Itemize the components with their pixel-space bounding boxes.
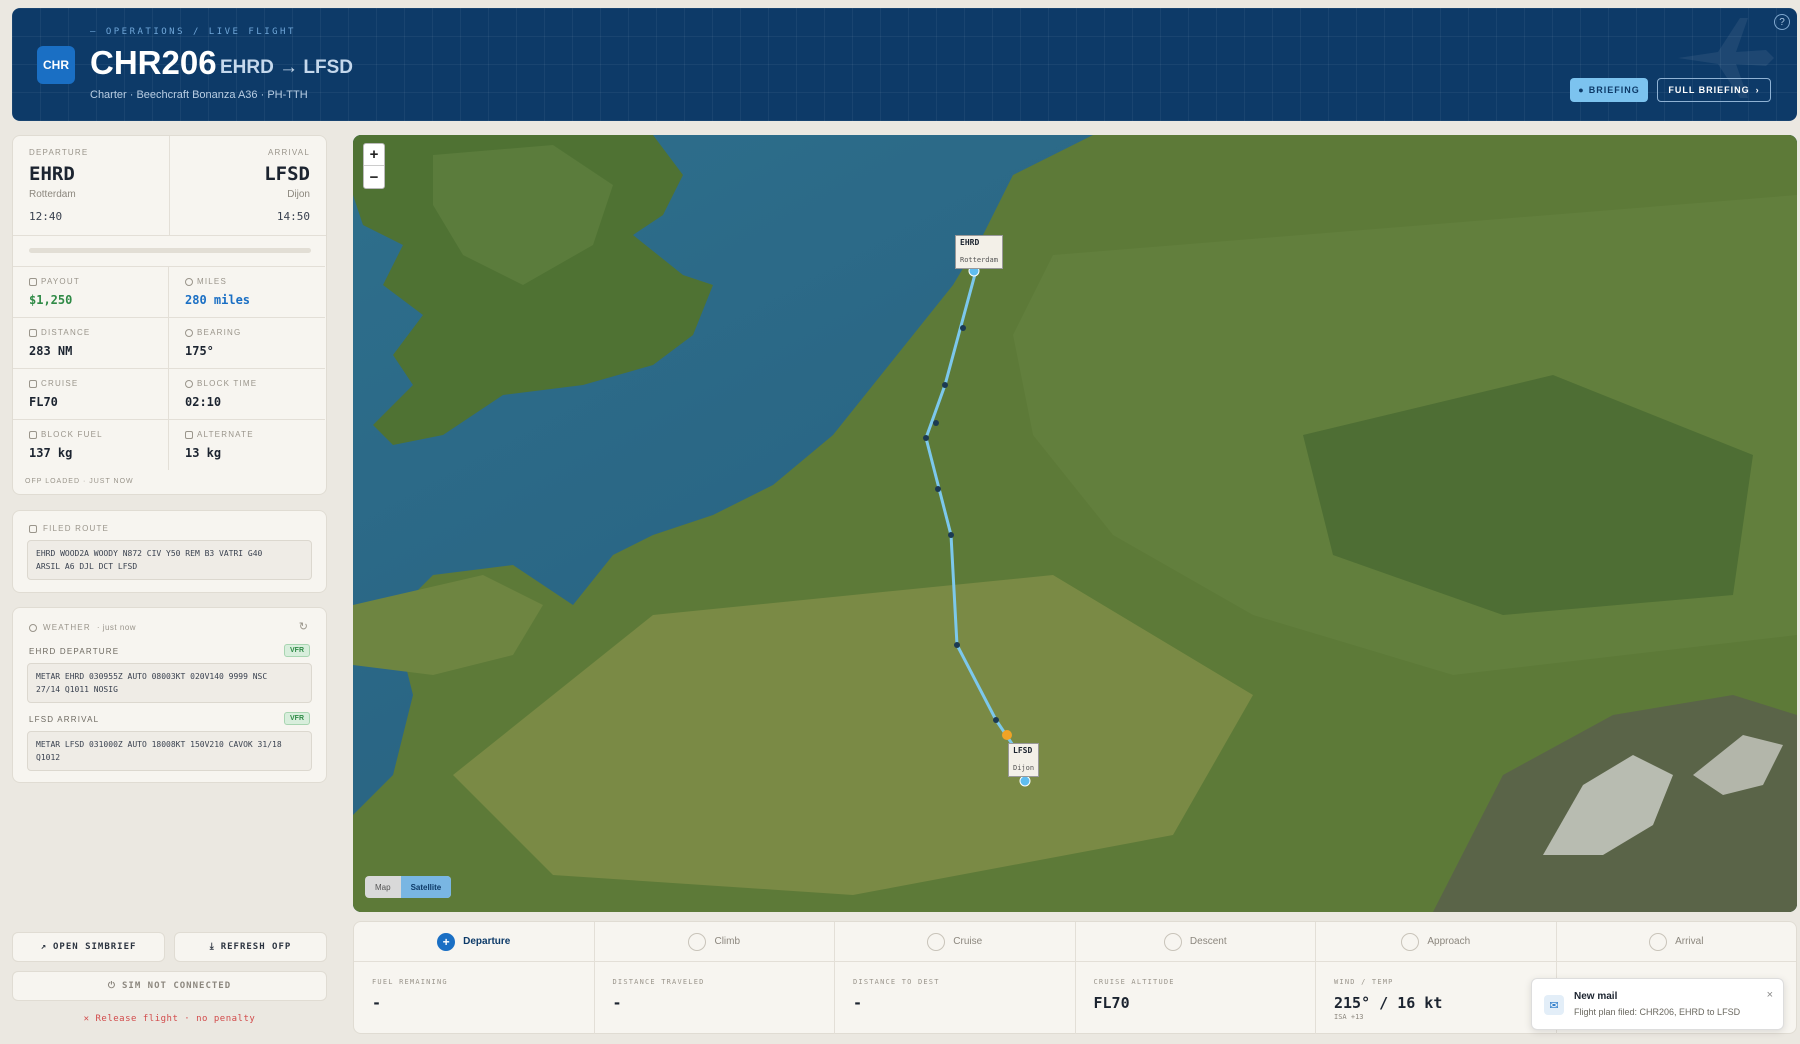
release-flight-link[interactable]: ✕ Release flight · no penalty [12, 1014, 327, 1024]
dot-icon: ● [1578, 85, 1585, 95]
distance-to-dest-stat: DISTANCE TO DEST - [835, 962, 1076, 1034]
bearing-stat: BEARING 175° [169, 317, 325, 368]
departure-time: 12:40 [29, 210, 63, 223]
flight-subtitle: Charter · Beechcraft Bonanza A36 · PH-TT… [90, 89, 308, 101]
zoom-in-button[interactable]: + [364, 144, 384, 166]
airline-logo: CHR [37, 46, 75, 84]
download-icon: ⤓ [209, 942, 215, 952]
phase-departure[interactable]: + Departure [354, 922, 595, 961]
route-waypoint [942, 382, 948, 388]
aircraft-position-marker [1002, 730, 1012, 740]
circle-icon [688, 932, 707, 951]
plane-icon [29, 328, 37, 337]
help-icon[interactable]: ? [1774, 14, 1790, 30]
zoom-controls: + − [363, 143, 385, 189]
circle-icon [1649, 932, 1668, 951]
departure-flight-category: VFR [284, 644, 310, 657]
refresh-icon[interactable]: ↻ [299, 620, 308, 633]
weather-card: WEATHER · just now ↻ EHRD DEPARTURE VFR … [12, 607, 327, 783]
payout-stat: PAYOUT $1,250 [13, 266, 169, 317]
phase-descent[interactable]: Descent [1076, 922, 1316, 961]
refresh-ofp-button[interactable]: ⤓ REFRESH OFP [174, 932, 327, 962]
alternate-stat: ALTERNATE 13 kg [169, 419, 325, 470]
toast-title: New mail [1574, 991, 1618, 1002]
arrival-time: 14:50 [276, 210, 310, 223]
filed-route-card: FILED ROUTE EHRD WOOD2A WOODY N872 CIV Y… [12, 510, 327, 593]
ofp-status: OFP LOADED · JUST NOW [25, 478, 134, 485]
flight-number: CHR206 [90, 44, 217, 81]
arrival-pin-label[interactable]: LFSD Dijon [1008, 743, 1040, 777]
arrival-city: Dijon [287, 189, 310, 200]
satellite-map-image [353, 135, 1797, 912]
breadcrumb: — OPERATIONS / LIVE FLIGHT [90, 27, 296, 37]
arrival-flight-category: VFR [284, 712, 310, 725]
mail-notification-toast[interactable]: ✉ New mail Flight plan filed: CHR206, EH… [1531, 978, 1784, 1030]
cruise-stat: CRUISE FL70 [13, 368, 169, 419]
zoom-out-button[interactable]: − [364, 166, 384, 188]
full-briefing-button[interactable]: FULL BRIEFING › [1657, 78, 1771, 102]
phase-approach[interactable]: Approach [1316, 922, 1557, 961]
miles-stat: MILES 280 miles [169, 266, 325, 317]
distance-stat: DISTANCE 283 NM [13, 317, 169, 368]
compass-icon [185, 328, 193, 337]
toast-body: Flight plan filed: CHR206, EHRD to LFSD [1574, 1007, 1741, 1017]
departure-city: Rotterdam [29, 189, 76, 200]
flight-header: — OPERATIONS / LIVE FLIGHT CHR CHR206 EH… [12, 8, 1797, 121]
circle-icon [927, 932, 946, 951]
route-icon [29, 524, 37, 533]
flight-summary-card: DEPARTURE EHRD Rotterdam 12:40 ARRIVAL L… [12, 135, 327, 495]
map-type-toggle: Map Satellite [365, 876, 452, 898]
fuel-icon [29, 430, 37, 439]
route-waypoint [954, 642, 960, 648]
power-icon: ⏻ [107, 981, 116, 991]
phase-cruise[interactable]: Cruise [835, 922, 1076, 961]
map-view-button[interactable]: Map [365, 876, 401, 898]
wallet-icon [29, 277, 37, 286]
satellite-view-button[interactable]: Satellite [400, 876, 452, 898]
clock-icon [185, 379, 193, 388]
briefing-button[interactable]: ● BRIEFING [1570, 78, 1648, 102]
phase-tracker: + Departure Climb Cruise Descent Approac… [354, 922, 1796, 962]
flight-map[interactable]: EHRD Rotterdam LFSD Dijon + − Map Satell… [353, 135, 1797, 912]
close-icon[interactable]: × [1767, 989, 1773, 1001]
plane-icon [29, 379, 37, 388]
route-waypoint [993, 717, 999, 723]
departure-metar: METAR EHRD 030955Z AUTO 08003KT 020V140 … [27, 663, 312, 703]
fuel-icon [185, 430, 193, 439]
wind-temp-stat: WIND / TEMP 215° / 16 kt ISA +13 [1316, 962, 1557, 1034]
plus-icon: + [437, 932, 456, 951]
gauge-icon [185, 277, 193, 286]
route-waypoint [960, 325, 966, 331]
phase-arrival[interactable]: Arrival [1557, 922, 1797, 961]
mail-icon: ✉ [1544, 995, 1564, 1015]
phase-climb[interactable]: Climb [595, 922, 835, 961]
departure-pin-label[interactable]: EHRD Rotterdam [955, 235, 1003, 269]
open-simbrief-button[interactable]: ↗ OPEN SIMBRIEF [12, 932, 165, 962]
arrival-block: ARRIVAL LFSD Dijon 14:50 [264, 148, 310, 223]
block-time-stat: BLOCK TIME 02:10 [169, 368, 325, 419]
fuel-remaining-stat: FUEL REMAINING - [354, 962, 595, 1034]
departure-block: DEPARTURE EHRD Rotterdam 12:40 [29, 148, 89, 223]
route-waypoint [933, 420, 939, 426]
chevron-right-icon: › [1755, 85, 1760, 95]
circle-icon [1401, 932, 1420, 951]
arrival-metar: METAR LFSD 031000Z AUTO 18008KT 150V210 … [27, 731, 312, 771]
arrival-icao: LFSD [264, 163, 310, 185]
route-waypoint [923, 435, 929, 441]
flight-route: EHRD → LFSD [220, 57, 353, 78]
arrival-marker [1019, 775, 1031, 787]
flight-progress-bar [29, 248, 311, 253]
distance-traveled-stat: DISTANCE TRAVELED - [595, 962, 835, 1034]
route-waypoint [948, 532, 954, 538]
cloud-icon [29, 623, 37, 632]
filed-route-text: EHRD WOOD2A WOODY N872 CIV Y50 REM B3 VA… [27, 540, 312, 580]
sim-status-button[interactable]: ⏻ SIM NOT CONNECTED [12, 971, 327, 1001]
route-waypoint [935, 486, 941, 492]
cruise-altitude-stat: CRUISE ALTITUDE FL70 [1076, 962, 1316, 1034]
circle-icon [1163, 932, 1182, 951]
external-link-icon: ↗ [40, 942, 47, 952]
departure-icao: EHRD [29, 163, 75, 185]
block-fuel-stat: BLOCK FUEL 137 kg [13, 419, 169, 470]
